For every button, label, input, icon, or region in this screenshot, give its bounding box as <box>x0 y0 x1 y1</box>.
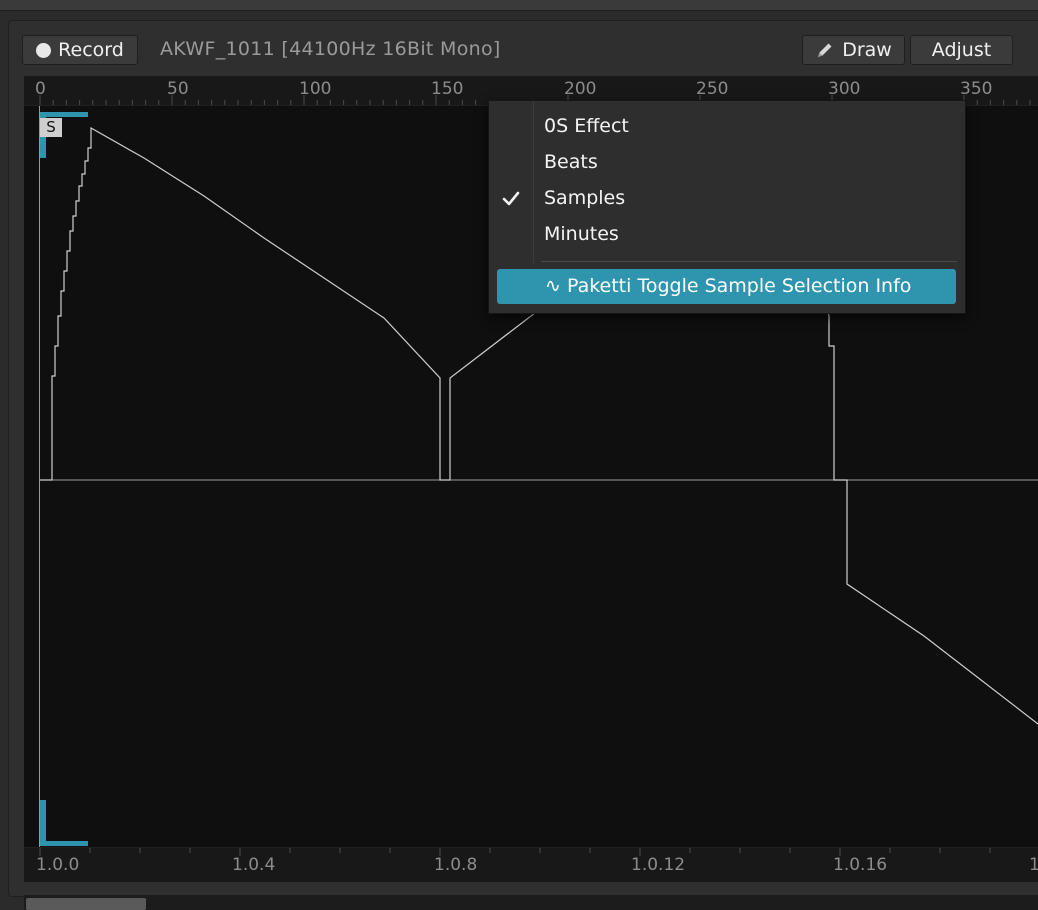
menu-item-samples[interactable]: Samples <box>544 187 625 209</box>
pencil-icon <box>818 43 832 57</box>
menu-item-beats[interactable]: Beats <box>544 151 598 173</box>
menu-item-paketti-toggle-selection-info[interactable]: ∿ Paketti Toggle Sample Selection Info <box>497 269 956 304</box>
ruler-context-menu: 0S Effect Beats Samples Minutes ∿ Pakett… <box>488 100 966 314</box>
time-label: 1.0.4 <box>232 855 276 875</box>
time-label: 1.0.8 <box>434 855 478 875</box>
time-label: 1.0.12 <box>631 855 686 875</box>
record-label: Record <box>58 39 124 61</box>
ruler-label: 350 <box>960 79 993 99</box>
loop-start-marker[interactable]: S <box>40 118 62 137</box>
ruler-label: 200 <box>564 79 597 99</box>
menu-item-os-effect[interactable]: 0S Effect <box>544 115 629 137</box>
record-icon <box>36 42 52 58</box>
menu-separator <box>541 261 957 262</box>
time-label: 1 <box>1029 855 1038 875</box>
ruler-label: 250 <box>696 79 729 99</box>
horizontal-scrollbar[interactable] <box>24 895 1038 910</box>
ruler-label: 150 <box>431 79 464 99</box>
draw-button[interactable]: Draw <box>802 35 905 65</box>
scrollbar-thumb[interactable] <box>26 898 146 910</box>
menu-check-gutter <box>533 101 534 263</box>
time-ruler[interactable]: 1.0.0 1.0.4 1.0.8 1.0.12 1.0.16 1 <box>24 847 1038 882</box>
ruler-label: 300 <box>828 79 861 99</box>
time-label: 1.0.16 <box>833 855 888 875</box>
adjust-button[interactable]: Adjust <box>910 35 1013 65</box>
selection-brackets[interactable] <box>38 112 90 848</box>
sample-title: AKWF_1011 [44100Hz 16Bit Mono] <box>160 38 501 60</box>
menu-item-minutes[interactable]: Minutes <box>544 223 619 245</box>
draw-label: Draw <box>842 39 892 61</box>
adjust-label: Adjust <box>931 39 992 61</box>
time-label: 1.0.0 <box>36 855 80 875</box>
top-strip <box>0 0 1038 11</box>
checkmark-icon <box>502 191 520 206</box>
ruler-label: 100 <box>299 79 332 99</box>
ruler-label: 50 <box>167 79 189 99</box>
record-button[interactable]: Record <box>22 35 138 65</box>
ruler-label: 0 <box>35 79 46 99</box>
